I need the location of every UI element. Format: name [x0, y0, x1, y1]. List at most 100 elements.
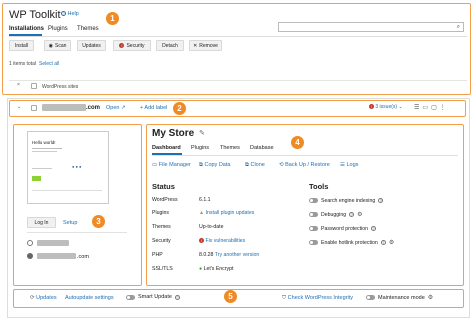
alert-icon: !: [119, 43, 125, 48]
header-divider: [9, 36, 467, 37]
more-icon[interactable]: ⋮: [440, 105, 449, 111]
copy-icon: ⧉: [199, 162, 203, 168]
window-icon[interactable]: ▢: [431, 105, 440, 111]
status-row-wordpress: WordPress 6.1.1: [152, 197, 211, 203]
help-icon[interactable]: ?: [378, 198, 384, 203]
maintenance-toggle[interactable]: [366, 295, 375, 300]
store-tab-plugins[interactable]: Plugins: [191, 145, 209, 151]
store-title: My Store: [152, 128, 195, 139]
help-icon[interactable]: ?: [174, 294, 180, 300]
status-row-php: PHP 8.0.28 Try another version: [152, 252, 260, 258]
help-icon: ?: [61, 11, 66, 16]
preview-hello-text: Hello world!: [32, 140, 56, 145]
select-all-link[interactable]: Select all: [39, 61, 59, 67]
install-plugin-updates-link[interactable]: ▲ Install plugin updates: [199, 210, 254, 216]
alert-icon: !: [369, 104, 374, 109]
edit-icon[interactable]: ✎: [199, 129, 205, 137]
domain-redacted: [37, 253, 76, 259]
lock-icon: ●: [199, 266, 203, 272]
tool-search-engine-indexing: Search engine indexing ?: [309, 196, 384, 205]
tool-hotlink-protection: Enable hotlink protection ? ⚙: [309, 238, 394, 247]
search-input[interactable]: ⌕: [278, 22, 464, 32]
detach-button[interactable]: Detach: [156, 40, 184, 51]
header-tab-plugins[interactable]: Plugins: [48, 26, 68, 32]
status-row-security: Security ! Fix vulnerabilities: [152, 238, 246, 244]
store-tab-dashboard[interactable]: Dashboard: [152, 145, 181, 151]
preview-line: [32, 168, 52, 169]
preview-divider: [27, 232, 127, 233]
help-link[interactable]: ? Help: [61, 11, 79, 17]
callout-badge-4: 4: [291, 136, 304, 149]
callout-badge-2: 2: [173, 102, 186, 115]
clone-link[interactable]: ⧉ Clone: [245, 162, 265, 169]
warning-icon: ▲: [199, 210, 205, 216]
folder-icon: ▭: [152, 162, 158, 168]
settings-icon[interactable]: ⚙: [389, 239, 394, 246]
file-manager-link[interactable]: ▭ File Manager: [152, 162, 191, 168]
status-row-plugins: Plugins ▲ Install plugin updates: [152, 210, 255, 216]
add-label-button[interactable]: + Add label: [140, 105, 167, 111]
scan-button[interactable]: ◉ Scan: [44, 40, 71, 51]
collapse-all-icon[interactable]: ×: [17, 82, 20, 88]
preview-green-block: [32, 176, 41, 181]
header-tab-installations[interactable]: Installations: [9, 26, 44, 32]
external-link-icon: ↗: [121, 105, 126, 111]
status-heading: Status: [152, 182, 175, 191]
fix-vulnerabilities-link[interactable]: ! Fix vulnerabilities: [199, 238, 245, 244]
install-button[interactable]: Install: [9, 40, 34, 51]
store-tabs-divider: [152, 155, 458, 156]
settings-icon[interactable]: ⚙: [357, 211, 362, 218]
hotlink-protection-toggle[interactable]: [309, 240, 318, 245]
site-bar-icons: ☰▭▢⋮: [414, 104, 449, 111]
check-integrity-link[interactable]: ⛉ Check WordPress Integrity: [282, 295, 353, 302]
domain-suffix: .com: [77, 254, 89, 260]
setup-link[interactable]: Setup: [63, 220, 77, 226]
preview-line: [32, 151, 57, 152]
status-row-ssl: SSL/TLS ● Let's Encrypt: [152, 266, 234, 272]
username-redacted: [37, 240, 69, 246]
help-icon[interactable]: ?: [380, 240, 386, 245]
alert-icon: !: [199, 238, 204, 243]
eye-icon: ◉: [48, 42, 53, 49]
chevron-down-icon: ⌄: [398, 104, 403, 110]
backup-restore-link[interactable]: ⟲ Back Up / Restore: [279, 162, 330, 168]
shield-icon: ⛉: [282, 295, 287, 301]
search-indexing-toggle[interactable]: [309, 198, 318, 203]
try-another-version-link[interactable]: Try another version: [215, 252, 260, 258]
close-icon: ✕: [193, 42, 198, 49]
backup-icon: ⟲: [279, 162, 284, 168]
select-all-checkbox[interactable]: [31, 83, 37, 89]
logs-link[interactable]: ☰ Logs: [340, 162, 358, 168]
site-checkbox[interactable]: [31, 105, 37, 111]
site-preview-thumbnail[interactable]: Hello world! ● ● ●: [27, 131, 109, 204]
maintenance-mode-control: Maintenance mode ⚙: [366, 294, 433, 301]
remove-button[interactable]: ✕ Remove: [189, 40, 222, 51]
log-in-button[interactable]: Log In: [27, 217, 56, 228]
preview-dots: ● ● ●: [72, 164, 82, 169]
autoupdate-settings-link[interactable]: Autoupdate settings: [65, 295, 114, 301]
site-domain-suffix[interactable]: .com: [86, 105, 100, 111]
search-icon: ⌕: [456, 24, 460, 30]
store-tab-themes[interactable]: Themes: [220, 145, 240, 151]
smart-update-toggle[interactable]: [126, 294, 135, 300]
password-protection-toggle[interactable]: [309, 226, 318, 231]
updates-link[interactable]: ⟳ Updates: [30, 295, 57, 301]
help-icon[interactable]: ?: [349, 212, 355, 217]
items-total: 1 items total: [9, 61, 36, 67]
copy-data-link[interactable]: ⧉ Copy Data: [199, 162, 230, 169]
updates-button[interactable]: Updates: [77, 40, 106, 51]
help-icon[interactable]: ?: [371, 226, 376, 231]
folder-icon[interactable]: ▭: [422, 105, 431, 111]
issues-indicator[interactable]: ! 3 issue(s) ⌄: [369, 104, 403, 110]
settings-icon[interactable]: ⚙: [428, 294, 433, 301]
store-tab-database[interactable]: Database: [250, 145, 274, 151]
tool-password-protection: Password protection ?: [309, 224, 376, 233]
smart-update-control: Smart Update ?: [126, 294, 180, 300]
header-tab-themes[interactable]: Themes: [77, 26, 99, 32]
debugging-toggle[interactable]: [309, 212, 318, 217]
security-button[interactable]: ! Security: [113, 40, 151, 51]
open-site-link[interactable]: Open ↗: [106, 105, 126, 111]
preview-line: [32, 148, 62, 149]
expand-chevron-icon[interactable]: ⌄: [17, 104, 21, 110]
refresh-icon: ⟳: [30, 295, 35, 301]
